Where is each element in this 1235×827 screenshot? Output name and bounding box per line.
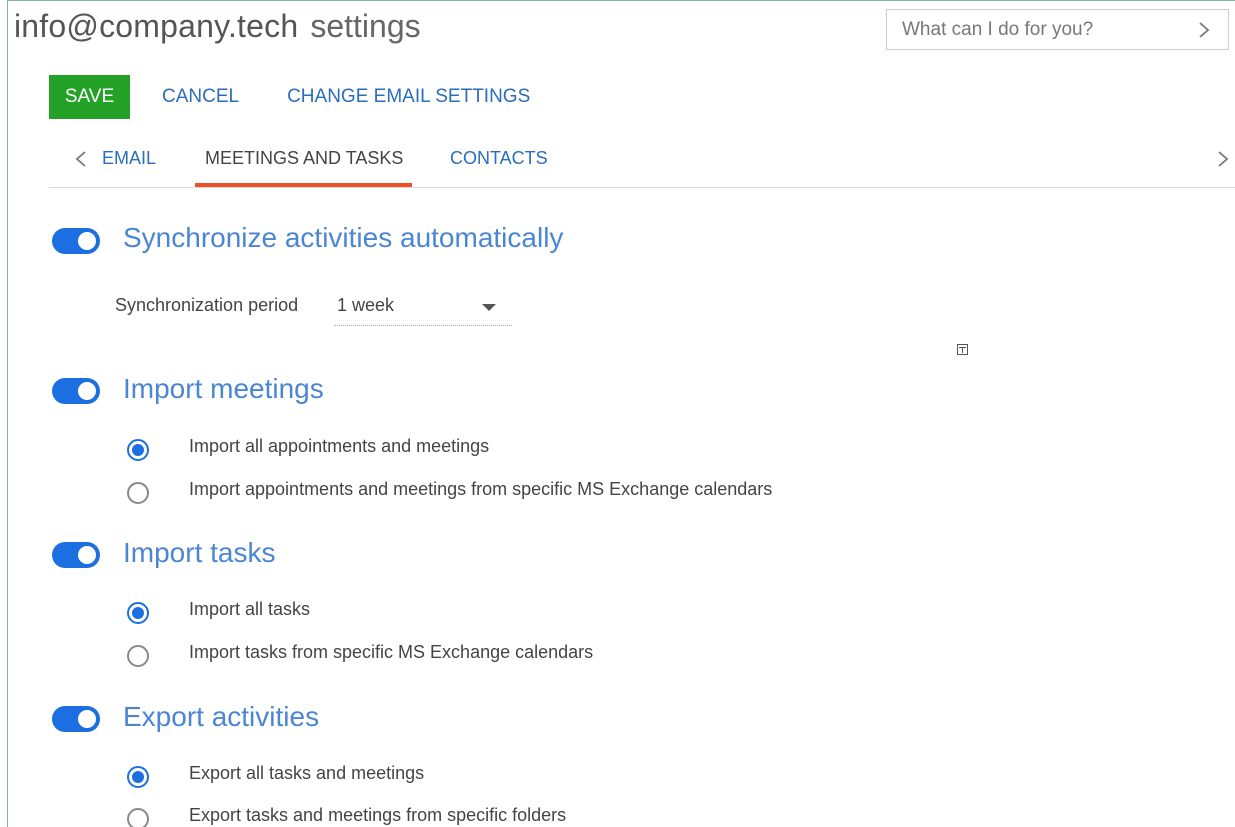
export-activities-toggle[interactable]	[52, 706, 100, 732]
page-title: info@company.tech settings	[14, 8, 421, 48]
page-title-email: info@company.tech	[14, 8, 299, 44]
chevron-right-icon[interactable]	[1194, 19, 1214, 41]
page-title-suffix: settings	[310, 8, 421, 44]
import-all-tasks-label: Import all tasks	[189, 599, 311, 619]
export-activities-title: Export activities	[123, 701, 320, 732]
import-tasks-toggle[interactable]	[52, 542, 100, 568]
change-email-settings-button[interactable]: CHANGE EMAIL SETTINGS	[287, 86, 530, 108]
window-frame-top	[7, 0, 1235, 1]
tab-contacts[interactable]: CONTACTS	[450, 148, 548, 188]
export-all-radio[interactable]	[127, 766, 149, 788]
command-search[interactable]	[886, 9, 1229, 50]
import-specific-tasks-label: Import tasks from specific MS Exchange c…	[189, 642, 594, 662]
sync-section-title: Synchronize activities automatically	[123, 222, 564, 253]
export-specific-label: Export tasks and meetings from specific …	[189, 805, 567, 825]
tab-bar: EMAIL MEETINGS AND TASKS CONTACTS	[49, 140, 1235, 188]
tab-email[interactable]: EMAIL	[102, 148, 156, 188]
caret-down-icon	[482, 304, 496, 311]
export-all-label: Export all tasks and meetings	[189, 763, 425, 783]
sync-period-value: 1 week	[337, 295, 395, 315]
chevron-right-icon[interactable]	[1215, 148, 1231, 170]
chevron-left-icon[interactable]	[73, 148, 89, 170]
window-icon	[957, 344, 968, 355]
import-all-meetings-radio[interactable]	[127, 439, 149, 461]
toolbar: SAVE CANCEL CHANGE EMAIL SETTINGS	[49, 75, 530, 119]
import-all-tasks-radio[interactable]	[127, 602, 149, 624]
cancel-button[interactable]: CANCEL	[162, 86, 239, 108]
sync-period-select[interactable]: 1 week	[334, 292, 512, 326]
active-tab-indicator	[195, 183, 412, 187]
import-tasks-title: Import tasks	[123, 537, 276, 568]
search-input[interactable]	[902, 18, 1182, 41]
window-frame-left	[7, 0, 8, 827]
import-specific-meetings-label: Import appointments and meetings from sp…	[189, 479, 773, 499]
save-button[interactable]: SAVE	[49, 75, 130, 119]
import-all-meetings-label: Import all appointments and meetings	[189, 436, 490, 456]
sync-period-label: Synchronization period	[115, 295, 299, 315]
sync-toggle[interactable]	[52, 228, 100, 254]
import-specific-tasks-radio[interactable]	[127, 645, 149, 667]
import-specific-meetings-radio[interactable]	[127, 482, 149, 504]
import-meetings-toggle[interactable]	[52, 378, 100, 404]
export-specific-radio[interactable]	[127, 808, 149, 827]
import-meetings-title: Import meetings	[123, 373, 324, 404]
tab-meetings-and-tasks[interactable]: MEETINGS AND TASKS	[205, 148, 403, 188]
